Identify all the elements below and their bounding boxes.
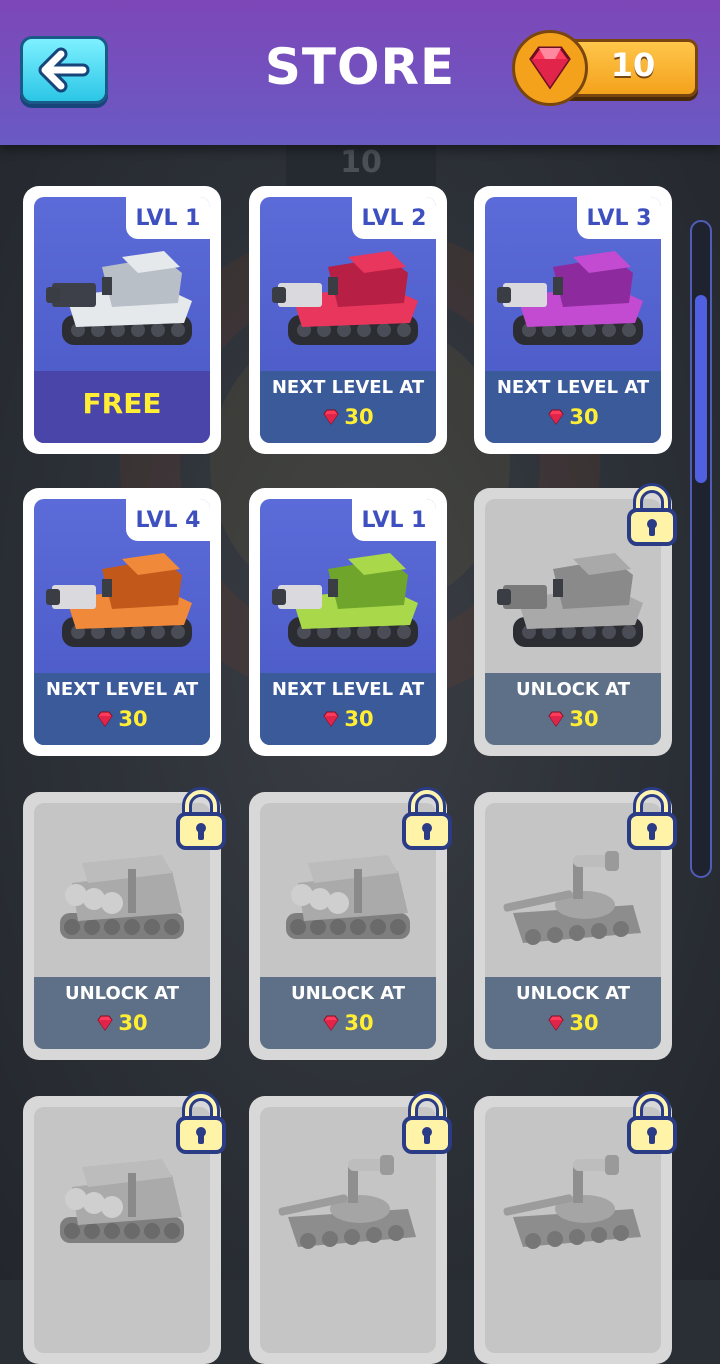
scope-tank-icon [503,1155,641,1249]
padlock [626,482,678,546]
footer-label: NEXT LEVEL AT [271,377,425,398]
padlock [175,1090,227,1154]
card-footer: UNLOCK AT 30 [485,673,661,745]
padlock-icon [627,1091,677,1154]
level-tab: LVL 1 [126,197,210,239]
tank-icon [497,553,643,647]
gem-icon [548,711,564,727]
footer-label: UNLOCK AT [290,983,406,1004]
padlock-icon [627,483,677,546]
padlock [626,786,678,850]
padlock [401,1090,453,1154]
card-footer: UNLOCK AT 30 [260,977,436,1049]
footer-label: UNLOCK AT [515,983,631,1004]
card-footer: NEXT LEVEL AT 30 [485,371,661,443]
gem-icon [548,409,564,425]
tank-icon [272,553,418,647]
card-inner: LVL 2 NEXT LEVEL AT 30 [260,197,436,443]
rocket-tank-icon [60,1159,184,1243]
padlock-icon [402,1091,452,1154]
rocket-tank-icon [286,855,410,939]
footer-label: NEXT LEVEL AT [45,679,199,700]
background-counter: 10 [286,145,436,187]
price: 30 [260,707,436,731]
gem-icon [97,711,113,727]
footer-label: NEXT LEVEL AT [271,679,425,700]
scope-tank-icon [278,1155,416,1249]
price-value: 30 [344,1011,374,1035]
price: 30 [485,405,661,429]
level-tab: LVL 2 [352,197,436,239]
tank-card[interactable]: LVL 1 FREE [23,186,221,454]
card-inner: LVL 3 NEXT LEVEL AT 30 [485,197,661,443]
footer-label: UNLOCK AT [515,679,631,700]
footer-label: UNLOCK AT [64,983,180,1004]
level-tab: LVL 1 [352,499,436,541]
padlock [626,1090,678,1154]
card-footer: NEXT LEVEL AT 30 [260,673,436,745]
tank-icon [272,251,418,345]
rocket-tank-icon [60,855,184,939]
level-tab: LVL 3 [577,197,661,239]
card-inner: LVL 1 FREE [34,197,210,443]
gem-badge [512,30,588,106]
padlock-icon [402,787,452,850]
gem-icon [323,1015,339,1031]
gem-icon [323,409,339,425]
padlock-icon [627,787,677,850]
gem-icon [548,1015,564,1031]
scope-tank-icon [503,851,641,945]
card-footer: FREE [34,371,210,443]
price-value: 30 [344,707,374,731]
tank-icon [46,553,192,647]
tank-card[interactable]: LVL 2 NEXT LEVEL AT 30 [249,186,447,454]
price-value: 30 [569,707,599,731]
price: 30 [485,707,661,731]
price: 30 [260,1011,436,1035]
tank-icon [46,251,192,345]
card-inner: LVL 4 NEXT LEVEL AT 30 [34,499,210,745]
gem-icon [97,1015,113,1031]
card-footer: UNLOCK AT 30 [34,977,210,1049]
price: 30 [34,1011,210,1035]
tank-card[interactable]: LVL 1 NEXT LEVEL AT 30 [249,488,447,756]
price-value: 30 [569,405,599,429]
price: 30 [485,1011,661,1035]
free-label: FREE [82,387,162,420]
tank-icon [497,251,643,345]
padlock [175,786,227,850]
footer-label: NEXT LEVEL AT [496,377,650,398]
price-value: 30 [344,405,374,429]
scrollbar-thumb[interactable] [695,295,707,483]
price-value: 30 [118,1011,148,1035]
price-value: 30 [118,707,148,731]
card-footer: NEXT LEVEL AT 30 [34,673,210,745]
padlock-icon [176,787,226,850]
tank-card[interactable]: LVL 4 NEXT LEVEL AT 30 [23,488,221,756]
tank-card[interactable]: LVL 3 NEXT LEVEL AT 30 [474,186,672,454]
card-footer: NEXT LEVEL AT 30 [260,371,436,443]
price: 30 [34,707,210,731]
store-header: STORE 10 [0,0,720,145]
gem-icon [323,711,339,727]
padlock-icon [176,1091,226,1154]
price: 30 [260,405,436,429]
card-footer: UNLOCK AT 30 [485,977,661,1049]
padlock [401,786,453,850]
price-value: 30 [569,1011,599,1035]
card-inner: LVL 1 NEXT LEVEL AT 30 [260,499,436,745]
level-tab: LVL 4 [126,499,210,541]
ruby-gem-icon [529,46,571,90]
